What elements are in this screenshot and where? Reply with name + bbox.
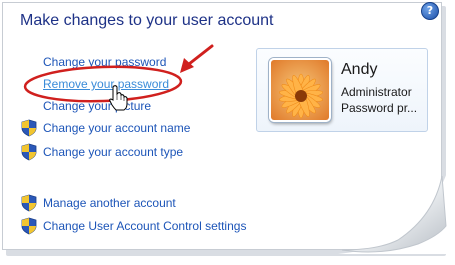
user-role: Administrator <box>341 85 412 99</box>
change-account-name-link[interactable]: Change your account name <box>21 119 190 137</box>
change-picture-link[interactable]: Change your picture <box>43 99 151 113</box>
uac-shield-icon <box>21 217 37 235</box>
change-uac-settings-link[interactable]: Change User Account Control settings <box>21 217 246 235</box>
change-password-link[interactable]: Change your password <box>43 55 166 69</box>
task-label: Change your account name <box>43 121 191 135</box>
page-curl <box>338 170 448 254</box>
page-title: Make changes to your user account <box>20 12 274 29</box>
task-label: Manage another account <box>43 196 176 210</box>
task-label: Change your picture <box>43 99 152 113</box>
task-label: Remove your password <box>43 77 170 91</box>
user-card: Andy Administrator Password pr... <box>256 48 428 132</box>
task-label: Change your account type <box>43 145 184 159</box>
manage-another-account-link[interactable]: Manage another account <box>21 194 176 212</box>
remove-password-link[interactable]: Remove your password <box>43 77 169 91</box>
uac-shield-icon <box>21 143 37 161</box>
avatar <box>269 58 331 122</box>
help-icon[interactable]: ? <box>421 2 439 20</box>
change-account-type-link[interactable]: Change your account type <box>21 143 183 161</box>
task-label: Change your password <box>43 55 167 69</box>
uac-shield-icon <box>21 119 37 137</box>
task-label: Change User Account Control settings <box>43 219 247 233</box>
uac-shield-icon <box>21 194 37 212</box>
user-password-status: Password pr... <box>341 101 418 115</box>
flower-picture <box>271 60 329 120</box>
user-name: Andy <box>341 61 378 78</box>
